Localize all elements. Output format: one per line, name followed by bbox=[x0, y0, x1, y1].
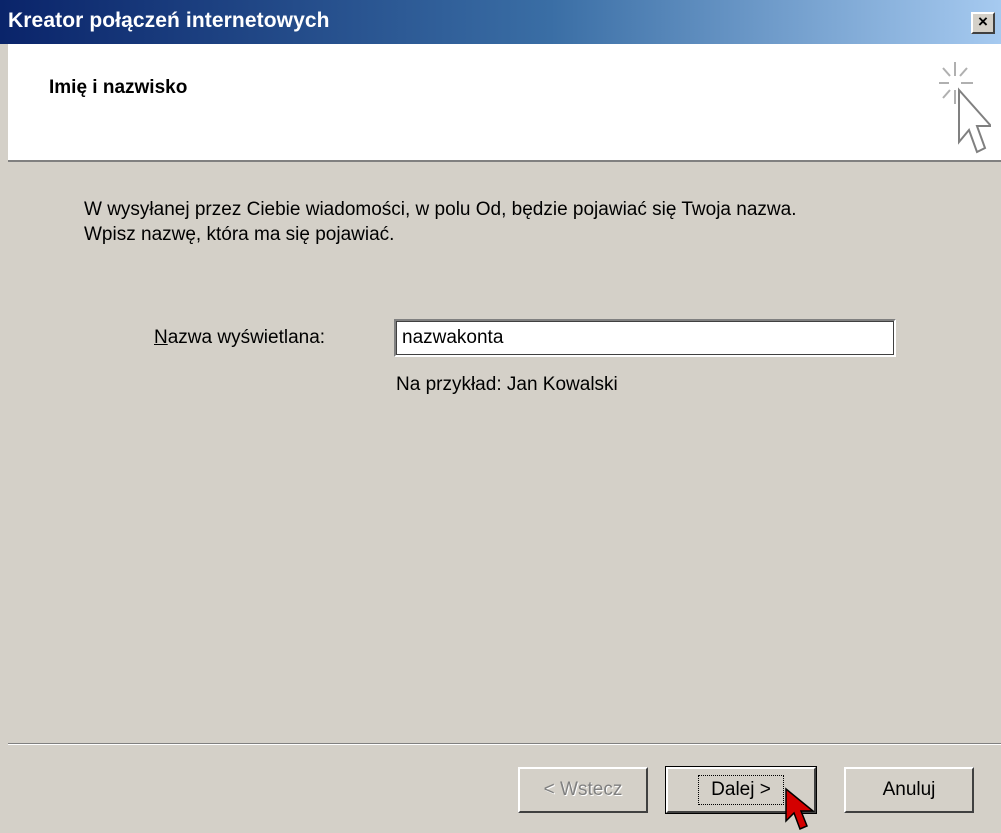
window-title: Kreator połączeń internetowych bbox=[8, 9, 330, 32]
close-button[interactable]: × bbox=[971, 12, 995, 34]
wizard-header: Imię i nazwisko bbox=[8, 44, 1001, 162]
wizard-sparkle-cursor-icon bbox=[939, 62, 991, 154]
intro-line-2: Wpisz nazwę, która ma się pojawiać. bbox=[84, 224, 395, 245]
intro-text: W wysyłanej przez Ciebie wiadomości, w p… bbox=[84, 197, 964, 247]
back-button[interactable]: < Wstecz bbox=[518, 767, 648, 813]
mouse-pointer-icon bbox=[785, 787, 816, 830]
close-icon: × bbox=[978, 12, 988, 31]
back-button-label: < Wstecz bbox=[543, 779, 623, 800]
intro-line-1: W wysyłanej przez Ciebie wiadomości, w p… bbox=[84, 199, 797, 220]
wizard-window: Kreator połączeń internetowych × Imię i … bbox=[0, 0, 1001, 833]
title-bar[interactable]: Kreator połączeń internetowych × bbox=[0, 0, 1001, 44]
page-title: Imię i nazwisko bbox=[49, 77, 188, 98]
window-left-edge bbox=[0, 44, 8, 833]
cancel-button[interactable]: Anuluj bbox=[844, 767, 974, 813]
display-name-input[interactable] bbox=[394, 319, 896, 357]
example-text: Na przykład: Jan Kowalski bbox=[396, 374, 618, 395]
next-button-label: Dalej > bbox=[698, 775, 784, 805]
cancel-button-label: Anuluj bbox=[882, 779, 936, 800]
footer-separator bbox=[8, 743, 1001, 745]
display-name-label-hotkey: N bbox=[154, 327, 168, 348]
display-name-label-text: azwa wyświetlana: bbox=[167, 327, 326, 348]
display-name-label: Nazwa wyświetlana: bbox=[154, 327, 325, 349]
